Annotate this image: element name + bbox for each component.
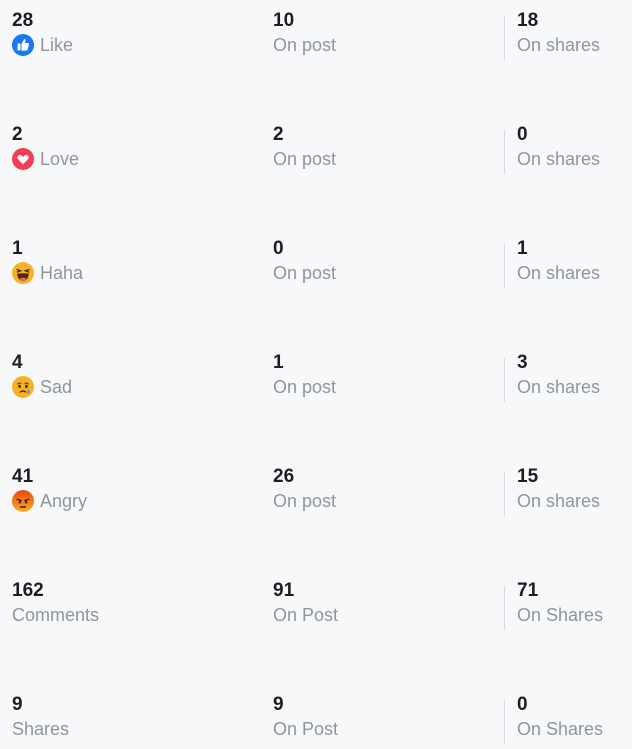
on-shares-cell: 15 On shares <box>503 466 632 546</box>
total-cell: 28 Like <box>12 10 232 90</box>
on-post-count: 9 <box>273 694 284 715</box>
on-shares-count: 0 <box>517 694 528 715</box>
on-shares-label: On shares <box>517 377 601 397</box>
on-post-count: 1 <box>273 352 284 373</box>
on-post-count: 2 <box>273 124 284 145</box>
on-post-count: 26 <box>273 466 295 487</box>
on-shares-count: 0 <box>517 124 528 145</box>
total-label: Shares <box>12 719 70 739</box>
sad-icon <box>12 376 34 398</box>
on-post-label: On post <box>273 35 337 55</box>
on-shares-label: On shares <box>517 35 601 55</box>
haha-icon <box>12 262 34 284</box>
stat-row-comments: 162 Comments 91 On Post 71 On Shares <box>0 580 632 660</box>
total-cell: 1 Haha <box>12 238 232 318</box>
on-shares-cell: 71 On Shares <box>503 580 632 660</box>
on-post-cell: 1 On post <box>273 352 493 432</box>
on-shares-cell: 18 On shares <box>503 10 632 90</box>
on-post-count: 91 <box>273 580 295 601</box>
on-shares-count: 15 <box>517 466 539 487</box>
total-label: Angry <box>12 488 232 514</box>
on-shares-label: On Shares <box>517 719 604 739</box>
total-count: 9 <box>12 694 23 715</box>
reaction-name: Angry <box>40 491 88 511</box>
on-shares-count: 18 <box>517 10 539 31</box>
on-shares-count: 71 <box>517 580 539 601</box>
on-post-label: On post <box>273 149 337 169</box>
total-count: 41 <box>12 466 34 487</box>
on-post-cell: 2 On post <box>273 124 493 204</box>
total-count: 162 <box>12 580 44 601</box>
stat-row-sad: 4 Sad 1 On post 3 On shares <box>0 352 632 432</box>
on-shares-label: On Shares <box>517 605 604 625</box>
stat-row-love: 2 Love 2 On post 0 On shares <box>0 124 632 204</box>
like-icon <box>12 34 34 56</box>
on-post-label: On Post <box>273 719 339 739</box>
stat-row-angry: 41 Angry 26 On post 15 On shares <box>0 466 632 546</box>
on-post-label: On Post <box>273 605 339 625</box>
on-shares-count: 3 <box>517 352 528 373</box>
angry-icon <box>12 490 34 512</box>
total-label: Haha <box>12 260 232 286</box>
total-cell: 162 Comments <box>12 580 232 660</box>
stat-row-like: 28 Like 10 On post 18 On shares <box>0 10 632 90</box>
total-cell: 2 Love <box>12 124 232 204</box>
on-post-count: 10 <box>273 10 295 31</box>
on-shares-label: On shares <box>517 491 601 511</box>
stat-row-shares: 9 Shares 9 On Post 0 On Shares <box>0 694 632 749</box>
on-shares-cell: 0 On shares <box>503 124 632 204</box>
on-shares-cell: 3 On shares <box>503 352 632 432</box>
total-count: 4 <box>12 352 23 373</box>
on-post-cell: 26 On post <box>273 466 493 546</box>
reaction-name: Sad <box>40 377 73 397</box>
on-post-cell: 91 On Post <box>273 580 493 660</box>
total-label: Sad <box>12 374 232 400</box>
total-label: Like <box>12 32 232 58</box>
on-shares-count: 1 <box>517 238 528 259</box>
stat-row-haha: 1 Haha 0 On post 1 On shares <box>0 238 632 318</box>
on-post-cell: 9 On Post <box>273 694 493 749</box>
reactions-breakdown: 28 Like 10 On post 18 On shares 2 Love 2… <box>0 0 632 749</box>
total-count: 1 <box>12 238 23 259</box>
love-icon <box>12 148 34 170</box>
on-post-cell: 10 On post <box>273 10 493 90</box>
on-shares-label: On shares <box>517 263 601 283</box>
on-shares-cell: 0 On Shares <box>503 694 632 749</box>
on-shares-label: On shares <box>517 149 601 169</box>
reaction-name: Haha <box>40 263 84 283</box>
total-count: 28 <box>12 10 34 31</box>
total-label: Comments <box>12 605 100 625</box>
total-cell: 9 Shares <box>12 694 232 749</box>
on-shares-cell: 1 On shares <box>503 238 632 318</box>
on-post-label: On post <box>273 377 337 397</box>
reaction-name: Love <box>40 149 80 169</box>
on-post-cell: 0 On post <box>273 238 493 318</box>
total-cell: 41 Angry <box>12 466 232 546</box>
reaction-name: Like <box>40 35 74 55</box>
total-label: Love <box>12 146 232 172</box>
total-cell: 4 Sad <box>12 352 232 432</box>
on-post-label: On post <box>273 491 337 511</box>
total-count: 2 <box>12 124 23 145</box>
on-post-count: 0 <box>273 238 284 259</box>
on-post-label: On post <box>273 263 337 283</box>
